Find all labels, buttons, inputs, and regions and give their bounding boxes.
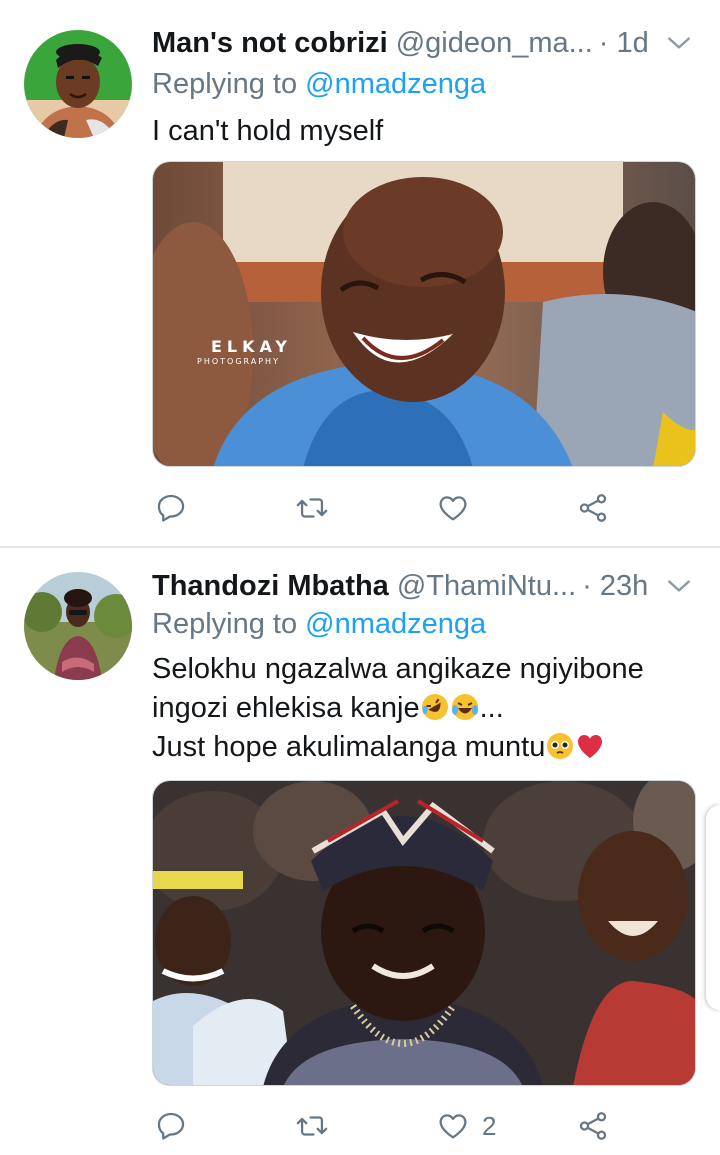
- rolling-laughing-emoji-icon: [421, 694, 448, 720]
- tweet-text: I can't hold myself: [152, 112, 700, 151]
- watermark-subtitle: PHOTOGRAPHY: [197, 357, 280, 366]
- like-button[interactable]: [436, 488, 482, 528]
- action-bar: [152, 488, 696, 528]
- mention-link[interactable]: @nmadzenga: [305, 608, 486, 640]
- replying-to: Replying to @nmadzenga: [152, 608, 486, 641]
- tweet-image[interactable]: [152, 780, 696, 1086]
- heart-icon: [439, 1114, 467, 1139]
- tweet-header: Man's not cobrizi @gideon_ma... · 1d: [152, 23, 720, 63]
- watermark: ELKAY: [211, 337, 292, 356]
- timestamp[interactable]: · 23h: [582, 570, 648, 603]
- display-name[interactable]: Thandozi Mbatha: [152, 570, 389, 603]
- share-icon: [579, 494, 607, 522]
- chevron-down-icon[interactable]: [666, 30, 692, 56]
- pleading-face-emoji-icon: [547, 733, 574, 759]
- like-button[interactable]: 2: [436, 1106, 496, 1146]
- chevron-down-icon[interactable]: [666, 573, 692, 599]
- reply-icon: [157, 1112, 185, 1140]
- tweet-text-line: ingozi ehlekisa kanje...: [152, 689, 700, 728]
- tweet-text-line: I can't hold myself: [152, 115, 384, 147]
- tweet-image[interactable]: ELKAY PHOTOGRAPHY: [152, 161, 696, 467]
- reply-icon: [157, 494, 185, 522]
- avatar[interactable]: [24, 30, 132, 138]
- retweet-icon: [296, 498, 328, 518]
- share-icon: [579, 1112, 607, 1140]
- retweet-button[interactable]: [295, 1106, 329, 1146]
- tweet[interactable]: Thandozi Mbatha @ThamiNtu... · 23h Reply…: [0, 548, 720, 1155]
- retweet-icon: [296, 1116, 328, 1136]
- tweet-text: Selokhu ngazalwa angikaze ngiyibone ingo…: [152, 650, 700, 767]
- user-handle[interactable]: @gideon_ma...: [396, 27, 593, 60]
- like-count: 2: [482, 1110, 497, 1141]
- tweet-text-line: Selokhu ngazalwa angikaze ngiyibone: [152, 653, 644, 685]
- share-button[interactable]: [576, 488, 610, 528]
- reply-button[interactable]: [154, 1106, 188, 1146]
- timestamp[interactable]: · 1d: [599, 27, 649, 60]
- tweet[interactable]: Man's not cobrizi @gideon_ma... · 1d Rep…: [0, 0, 720, 547]
- red-heart-emoji-icon: [578, 735, 603, 758]
- tweet-header: Thandozi Mbatha @ThamiNtu... · 23h: [152, 566, 720, 606]
- user-handle[interactable]: @ThamiNtu...: [397, 570, 576, 603]
- display-name[interactable]: Man's not cobrizi: [152, 27, 388, 60]
- tears-of-joy-emoji-icon: [451, 694, 478, 720]
- heart-icon: [439, 496, 467, 521]
- tweet-text-line: Just hope akulimalanga muntu: [152, 728, 700, 767]
- scroll-handle[interactable]: [706, 805, 720, 1010]
- retweet-button[interactable]: [295, 488, 329, 528]
- replying-to-label: Replying to: [152, 608, 298, 640]
- replying-to-label: Replying to: [152, 68, 298, 100]
- replying-to: Replying to @nmadzenga: [152, 68, 486, 101]
- avatar[interactable]: [24, 572, 132, 680]
- reply-button[interactable]: [154, 488, 188, 528]
- mention-link[interactable]: @nmadzenga: [305, 68, 486, 100]
- action-bar: 2: [152, 1106, 696, 1146]
- share-button[interactable]: [576, 1106, 610, 1146]
